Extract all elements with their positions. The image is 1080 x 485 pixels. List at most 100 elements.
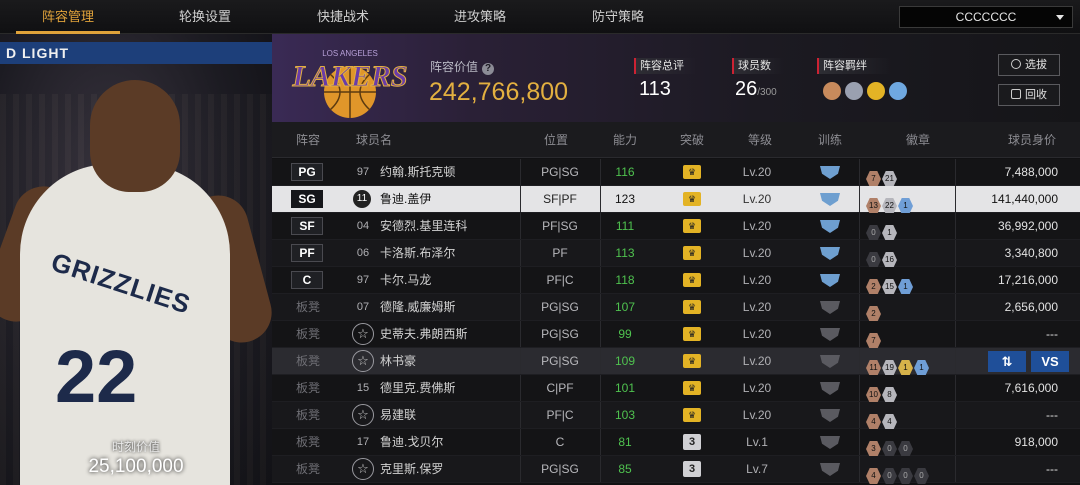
crown-icon: ♛ xyxy=(683,300,701,314)
tab-defense-strategy[interactable]: 防守策略 xyxy=(558,0,678,34)
training-shield-icon[interactable] xyxy=(820,463,840,476)
tab-quick-tactics[interactable]: 快捷战术 xyxy=(283,0,403,34)
badge-icon: 1 xyxy=(898,279,913,295)
training-shield-icon[interactable] xyxy=(820,274,840,287)
training-shield-icon[interactable] xyxy=(820,193,840,206)
star-icon: ☆ xyxy=(352,458,374,480)
table-row[interactable]: 板凳 ☆ 林书豪 PG|SG 109 ♛ Lv.20 11 19 1 1 ⇅ VS xyxy=(272,348,1080,376)
training-shield-icon[interactable] xyxy=(820,301,840,314)
roster-table: 阵容 球员名 位置 能力 突破 等级 训练 徽章 球员身价 PG 97 约翰.斯托克… xyxy=(272,122,1080,485)
col-ability[interactable]: 能力 xyxy=(613,122,637,158)
player-name[interactable]: 史蒂夫.弗朗西斯 xyxy=(380,321,467,347)
player-position: PG|SG xyxy=(541,462,579,476)
table-row[interactable]: 板凳 17 鲁迪.戈贝尔 C 81 3 Lv.1 3 0 0 918,000 xyxy=(272,429,1080,457)
player-name[interactable]: 易建联 xyxy=(380,402,416,428)
lineup-slot-badge[interactable]: SG xyxy=(291,190,323,208)
badge-group: 7 21 xyxy=(866,164,898,187)
crown-icon: ♛ xyxy=(683,192,701,206)
badge-icon: 0 xyxy=(898,468,913,484)
player-name[interactable]: 德里克.费佛斯 xyxy=(380,375,455,401)
player-name[interactable]: 林书豪 xyxy=(380,348,416,374)
player-price: 3,340,800 xyxy=(1004,246,1058,260)
table-row[interactable]: PF 06 卡洛斯.布泽尔 PF 113 ♛ Lv.20 0 16 3,340,800 xyxy=(272,240,1080,268)
chemistry-gold-icon[interactable] xyxy=(867,82,885,100)
player-price: --- xyxy=(1046,327,1058,341)
moment-value: 25,100,000 xyxy=(88,456,184,477)
col-badges[interactable]: 徽章 xyxy=(906,122,930,158)
col-lineup[interactable]: 阵容 xyxy=(296,122,320,158)
swap-button[interactable]: ⇅ xyxy=(988,351,1026,372)
vs-button[interactable]: VS xyxy=(1031,351,1069,372)
player-level: Lv.20 xyxy=(742,327,772,341)
badge-group: 0 16 xyxy=(866,245,898,268)
training-shield-icon[interactable] xyxy=(820,166,840,179)
chemistry-silver-icon[interactable] xyxy=(845,82,863,100)
table-row[interactable]: SG 11 鲁迪.盖伊 SF|PF 123 ♛ Lv.20 13 22 1 141,440,000 xyxy=(272,186,1080,214)
player-name[interactable]: 安德烈.基里连科 xyxy=(380,213,467,239)
training-shield-icon[interactable] xyxy=(820,382,840,395)
recycle-button[interactable]: 回收 xyxy=(998,84,1060,106)
player-name[interactable]: 德隆.威廉姆斯 xyxy=(380,294,455,320)
training-shield-icon[interactable] xyxy=(820,409,840,422)
player-name[interactable]: 克里斯.保罗 xyxy=(380,456,443,482)
column-divider xyxy=(859,240,860,266)
badge-group: 7 xyxy=(866,326,882,349)
team-select-dropdown[interactable]: CCCCCCC xyxy=(899,6,1073,28)
training-shield-icon[interactable] xyxy=(820,220,840,233)
column-divider xyxy=(600,240,601,266)
lineup-slot-badge[interactable]: PG xyxy=(291,163,323,181)
table-row[interactable]: PG 97 约翰.斯托克顿 PG|SG 116 ♛ Lv.20 7 21 7,488,000 xyxy=(272,159,1080,187)
badge-icon: 0 xyxy=(914,468,929,484)
bench-label: 板凳 xyxy=(296,462,321,476)
lineup-slot-badge[interactable]: C xyxy=(291,271,323,289)
col-training[interactable]: 训练 xyxy=(818,122,842,158)
jersey-number: 07 xyxy=(356,301,370,313)
bench-label: 板凳 xyxy=(296,408,321,422)
badge-group: 44 xyxy=(866,407,898,430)
lineup-slot-badge[interactable]: SF xyxy=(291,217,323,235)
player-name[interactable]: 卡洛斯.布泽尔 xyxy=(380,240,455,266)
player-price: 7,616,000 xyxy=(1004,381,1058,395)
col-player-value[interactable]: 球员身价 xyxy=(1008,122,1056,158)
table-row[interactable]: 板凳 ☆ 史蒂夫.弗朗西斯 PG|SG 99 ♛ Lv.20 7 --- xyxy=(272,321,1080,349)
col-breakthrough[interactable]: 突破 xyxy=(680,122,704,158)
player-head xyxy=(90,80,180,192)
table-row[interactable]: 板凳 15 德里克.费佛斯 C|PF 101 ♛ Lv.20 10 8 7,616,000 xyxy=(272,375,1080,403)
table-row[interactable]: C 97 卡尔.马龙 PF|C 118 ♛ Lv.20 2 15 1 17,216,000 xyxy=(272,267,1080,295)
chemistry-icons xyxy=(823,82,911,102)
chemistry-bronze-icon[interactable] xyxy=(823,82,841,100)
player-name[interactable]: 鲁迪.戈贝尔 xyxy=(380,429,443,455)
col-level[interactable]: 等级 xyxy=(748,122,772,158)
tab-rotation-settings[interactable]: 轮换设置 xyxy=(145,0,265,34)
player-count-max: /300 xyxy=(757,87,777,98)
col-player-name[interactable]: 球员名 xyxy=(356,122,392,158)
table-row[interactable]: 板凳 ☆ 易建联 PF|C 103 ♛ Lv.20 4 4 --- xyxy=(272,402,1080,430)
table-row[interactable]: SF 04 安德烈.基里连科 PF|SG 111 ♛ Lv.20 0 1 36,992,000 xyxy=(272,213,1080,241)
table-row[interactable]: 板凳 ☆ 克里斯.保罗 PG|SG 85 3 Lv.7 4 0 0 0 --- xyxy=(272,456,1080,484)
top-navigation: 阵容管理 轮换设置 快捷战术 进攻策略 防守策略 CCCCCCC xyxy=(0,0,1080,34)
player-name[interactable]: 约翰.斯托克顿 xyxy=(380,159,455,185)
training-shield-icon[interactable] xyxy=(820,247,840,260)
overall-rating-label: 阵容总评 xyxy=(634,58,696,74)
tab-offense-strategy[interactable]: 进攻策略 xyxy=(420,0,540,34)
column-divider xyxy=(600,348,601,374)
col-position[interactable]: 位置 xyxy=(544,122,568,158)
chemistry-blue-icon[interactable] xyxy=(889,82,907,100)
player-count-value: 26 xyxy=(735,78,758,100)
lineup-slot-badge[interactable]: PF xyxy=(291,244,323,262)
table-row[interactable]: 板凳 07 德隆.威廉姆斯 PG|SG 107 ♛ Lv.20 2 2,656,000 xyxy=(272,294,1080,322)
player-position: PF|SG xyxy=(542,219,578,233)
player-name[interactable]: 卡尔.马龙 xyxy=(380,267,431,293)
player-ability: 99 xyxy=(618,327,632,341)
tab-lineup-management[interactable]: 阵容管理 xyxy=(8,0,128,34)
select-players-button[interactable]: 选拔 xyxy=(998,54,1060,76)
training-shield-icon[interactable] xyxy=(820,436,840,449)
training-shield-icon[interactable] xyxy=(820,355,840,368)
player-name[interactable]: 鲁迪.盖伊 xyxy=(380,186,431,212)
badge-icon: 2 xyxy=(866,306,881,322)
training-shield-icon[interactable] xyxy=(820,328,840,341)
jersey-number: 22 xyxy=(55,335,138,418)
help-icon[interactable]: ? xyxy=(482,63,495,75)
badge-icon: 0 xyxy=(898,441,913,457)
bench-label: 板凳 xyxy=(296,327,321,341)
